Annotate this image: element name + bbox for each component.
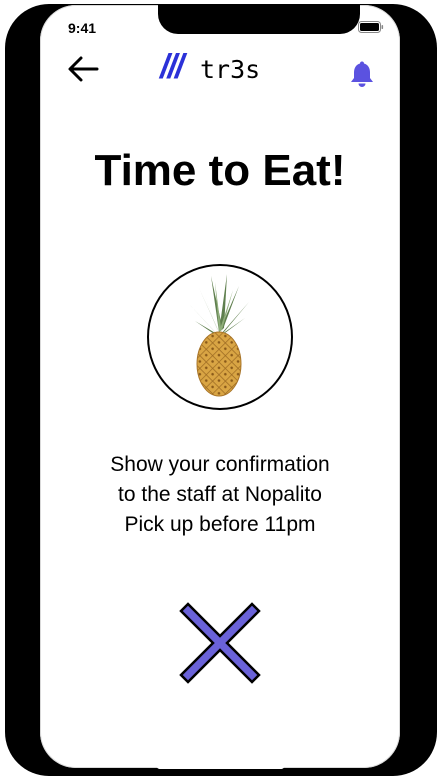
instruction-line: Pick up before 11pm [124,513,316,536]
pineapple-image [147,264,293,410]
logo-text: tr3s [200,55,261,84]
close-x-icon [179,602,261,684]
notifications-button[interactable] [349,60,375,88]
battery-icon [358,21,384,33]
close-button[interactable] [178,601,262,685]
wifi-icon [337,20,355,33]
instruction-line: to the staff at Nopalito [118,483,322,506]
page-title: Time to Eat! [94,146,346,195]
status-time: 9:41 [68,20,97,36]
instruction-line: Show your confirmation [110,453,330,476]
bell-icon [351,61,373,87]
logo-slashes: /// [160,48,184,86]
pickup-instructions: Show your confirmation to the staff at N… [60,450,380,540]
app-logo: /// tr3s [160,48,280,88]
arrow-left-icon [68,56,99,82]
cellular-signal-icon [316,22,333,33]
status-icons [316,20,384,39]
home-indicator[interactable] [157,764,284,769]
back-button[interactable] [66,54,102,84]
pineapple-icon [189,274,249,397]
